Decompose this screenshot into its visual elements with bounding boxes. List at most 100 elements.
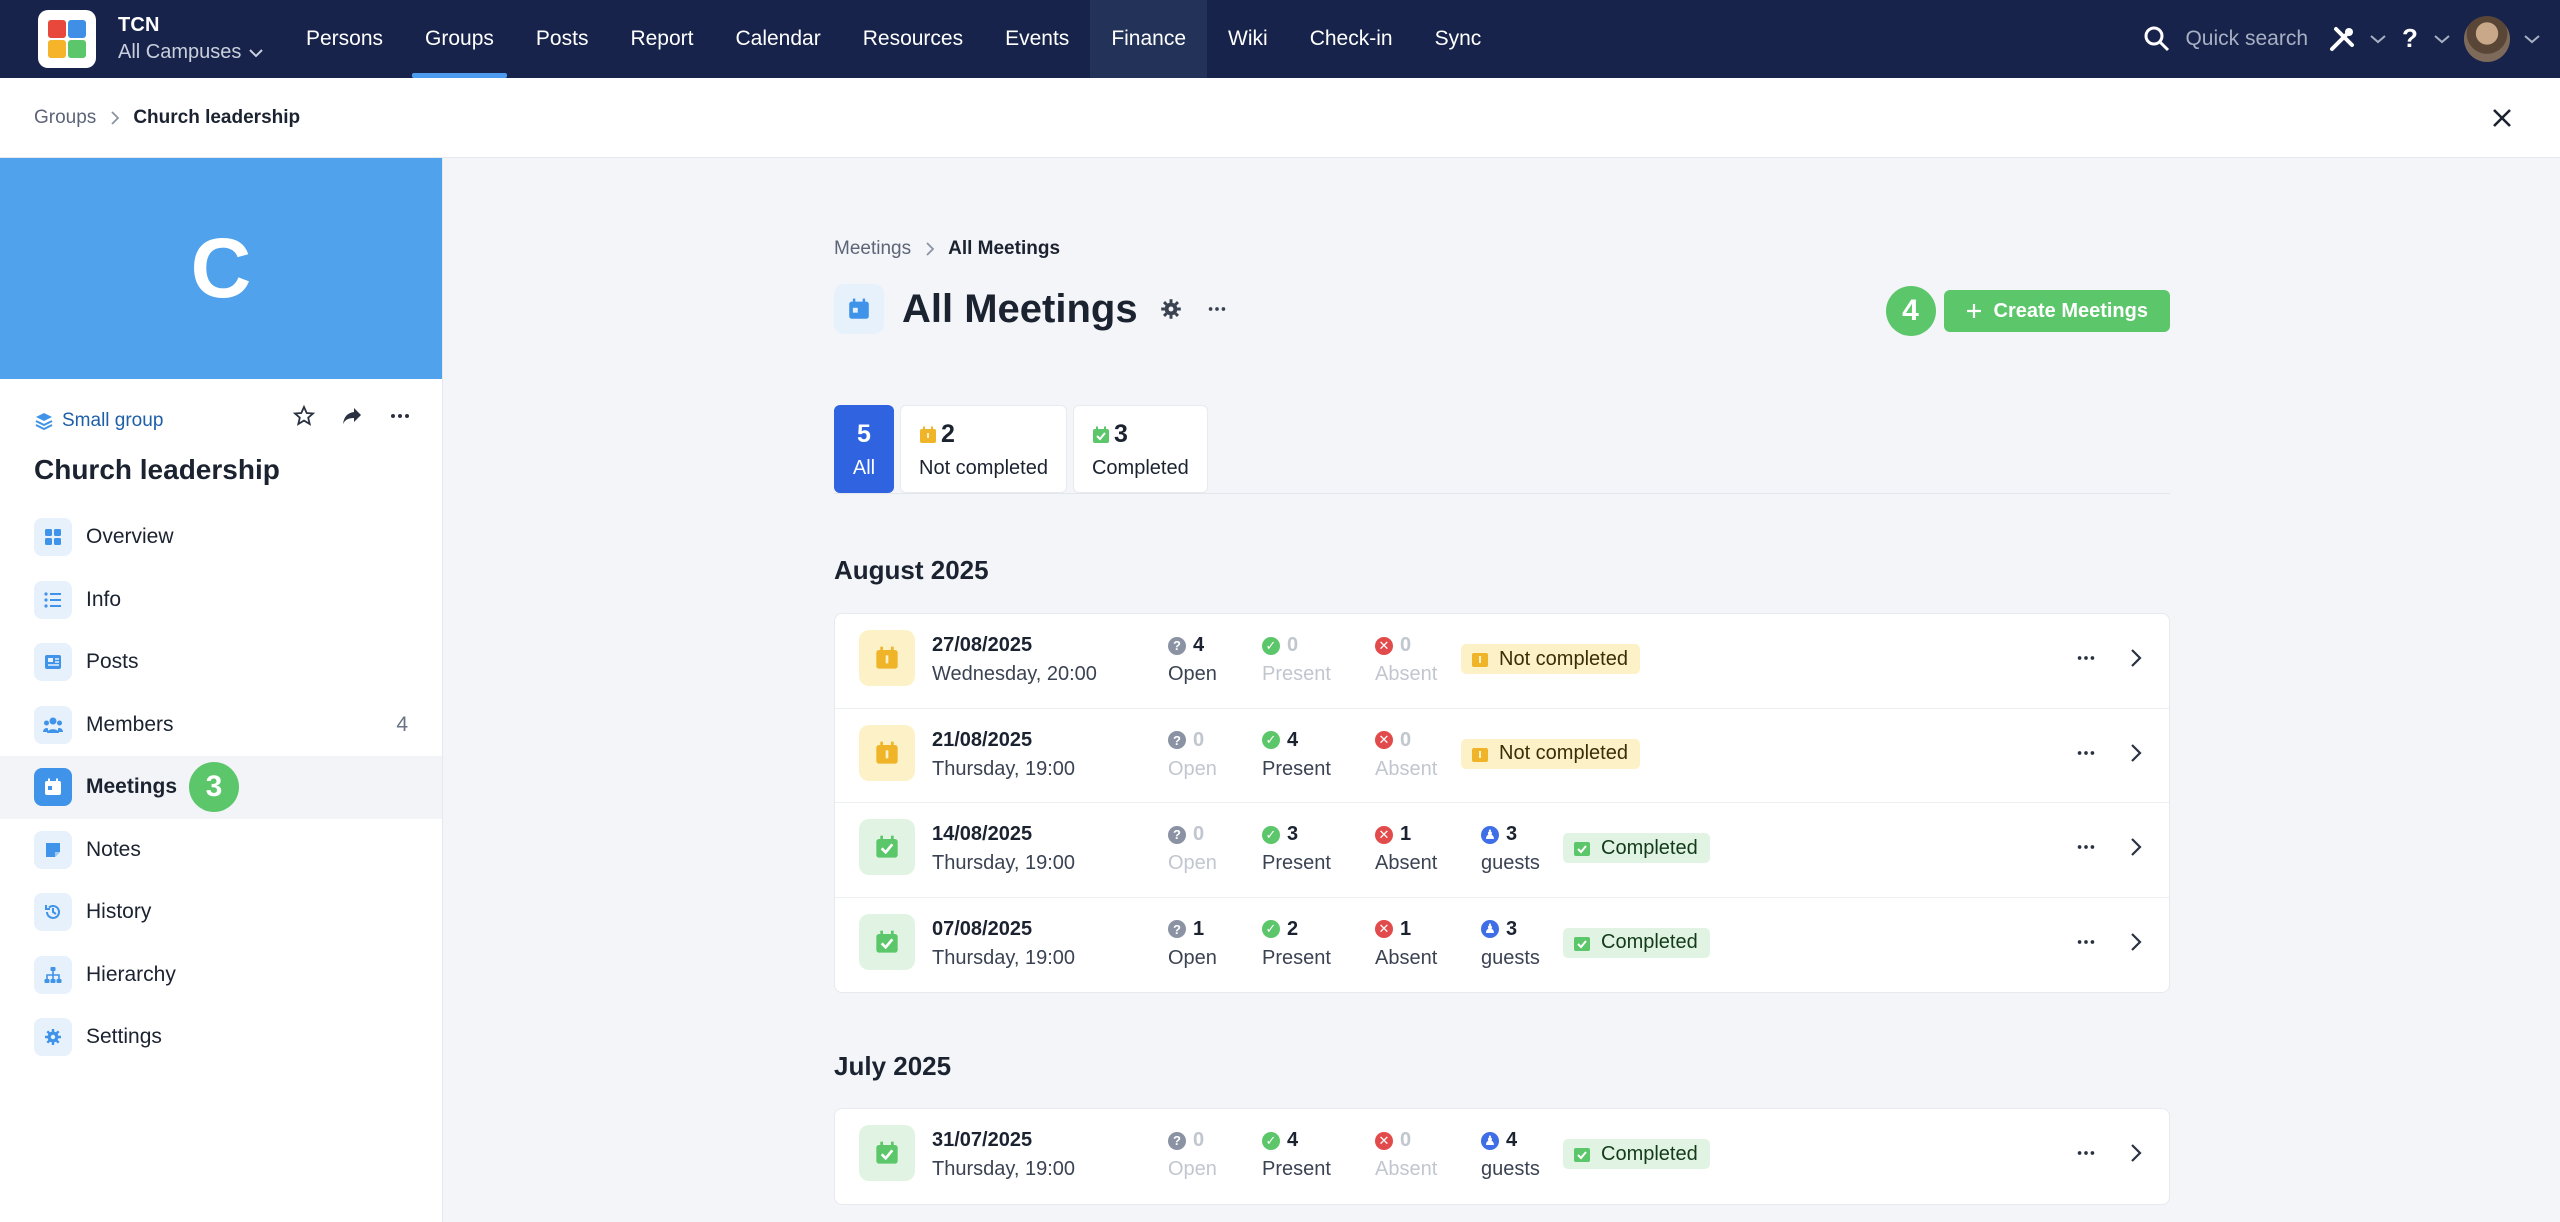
nav-persons[interactable]: Persons [285,0,404,78]
table-row[interactable]: 07/08/2025 Thursday, 19:00? 1 Open ✓ 2 Present… [835,898,2169,993]
nav-wiki[interactable]: Wiki [1207,0,1289,78]
open-count: 1 [1193,917,1205,940]
absent-stat: ✕ 1 Absent [1375,823,1437,875]
status-badge: Not completed [1461,738,1640,769]
open-label: Open [1168,757,1217,780]
sidebar-item-notes[interactable]: Notes [0,819,442,882]
chevron-right-icon[interactable] [2129,835,2143,859]
guests-count: 3 [1506,917,1518,940]
tab-completed[interactable]: 3 Completed [1072,405,1208,493]
table-row[interactable]: 31/07/2025 Thursday, 19:00? 0 Open ✓ 4 Present… [835,1109,2169,1204]
table-row[interactable]: 14/08/2025 Thursday, 19:00? 0 Open ✓ 3 Present… [835,803,2169,898]
chevron-down-icon[interactable] [2370,34,2386,44]
more-icon[interactable] [2075,931,2097,953]
more-icon[interactable] [388,404,412,428]
absent-status-icon: ✕ [1375,636,1393,655]
gear-icon[interactable] [1160,298,1182,320]
group-sidebar: C Small group Church leadership Overview… [0,158,443,1222]
absent-stat: ✕ 0 Absent [1375,634,1437,686]
sidebar-item-label: Meetings [86,775,178,799]
absent-label: Absent [1375,757,1438,780]
sidebar-item-posts[interactable]: Posts [0,631,442,694]
calendar-check-icon [1092,426,1109,443]
create-meetings-button[interactable]: Create Meetings [1943,290,2170,332]
close-icon[interactable] [2488,104,2516,132]
status-label: Not completed [1499,742,1628,764]
table-row[interactable]: 21/08/2025 Thursday, 19:00? 0 Open ✓ 4 Present… [835,709,2169,803]
group-actions [292,404,412,428]
guests-count: 4 [1506,1129,1518,1151]
present-count: 3 [1287,823,1299,845]
sidebar-item-info[interactable]: Info [0,569,442,632]
present-status-icon: ✓ [1262,1131,1280,1150]
guests-status-icon: ♟ [1481,825,1499,844]
absent-status-icon: ✕ [1375,825,1393,844]
breadcrumb: Groups Church leadership [34,107,300,129]
sidebar-item-label: Notes [86,837,141,861]
step-badge: 4 [1885,286,1936,336]
star-icon[interactable] [292,404,316,428]
more-icon[interactable] [1206,298,1228,320]
absent-stat: ✕ 1 Absent [1375,918,1437,970]
meeting-date: 27/08/2025 Wednesday, 20:00 [932,634,1097,686]
tools-icon[interactable] [2328,25,2356,53]
group-type[interactable]: Small group [34,410,163,432]
app-logo[interactable] [38,10,96,68]
present-label: Present [1262,852,1331,874]
guests-label: guests [1481,946,1540,969]
nav-resources[interactable]: Resources [842,0,984,78]
calendar-pending-icon [1472,653,1488,667]
sidebar-item-meetings[interactable]: Meetings 3 [0,756,442,819]
calendar-check-icon [1574,936,1590,951]
absent-count: 0 [1400,634,1412,656]
status-badge: Completed [1563,1139,1710,1169]
nav-groups[interactable]: Groups [404,0,515,78]
month-heading: August 2025 [834,555,989,585]
campus-selector[interactable]: All Campuses [118,41,264,64]
breadcrumb-groups[interactable]: Groups [34,107,96,129]
breadcrumb-meetings[interactable]: Meetings [834,238,911,260]
chevron-down-icon[interactable] [2434,34,2450,44]
present-stat: ✓ 4 Present [1262,1129,1331,1181]
more-icon[interactable] [2075,836,2097,858]
share-icon[interactable] [340,404,364,428]
search-icon[interactable] [2143,25,2171,53]
calendar-pending-icon [859,630,915,686]
nav-calendar[interactable]: Calendar [714,0,841,78]
chevron-down-icon[interactable] [2524,34,2540,44]
status-label: Not completed [1499,647,1628,670]
quick-search[interactable]: Quick search [2185,27,2308,51]
nav-sync[interactable]: Sync [1414,0,1503,78]
chevron-right-icon[interactable] [2129,1141,2143,1165]
meeting-date: 21/08/2025 Thursday, 19:00 [932,729,1075,781]
tab-not-completed[interactable]: 2 Not completed [900,405,1067,493]
more-icon[interactable] [2075,647,2097,669]
sidebar-item-overview[interactable]: Overview [0,506,442,569]
absent-label: Absent [1375,852,1438,874]
nav-posts[interactable]: Posts [515,0,610,78]
nav-finance[interactable]: Finance [1090,0,1208,78]
tab-all[interactable]: 5 All [834,405,894,493]
page-header: All Meetings [834,284,1228,334]
tab-count: 5 [857,420,871,448]
avatar[interactable] [2464,16,2510,62]
sidebar-item-hierarchy[interactable]: Hierarchy [0,944,442,1007]
more-icon[interactable] [2075,1142,2097,1164]
more-icon[interactable] [2075,742,2097,764]
chevron-right-icon[interactable] [2129,930,2143,954]
nav-report[interactable]: Report [609,0,714,78]
help-icon[interactable]: ? [2400,25,2420,53]
open-stat: ? 4 Open [1168,634,1217,686]
present-label: Present [1262,946,1331,969]
brand[interactable]: TCN All Campuses [118,14,264,64]
meeting-date-value: 07/08/2025 [932,917,1033,940]
sidebar-item-members[interactable]: Members 4 [0,694,442,757]
chevron-right-icon[interactable] [2129,741,2143,765]
breadcrumb-bar: Groups Church leadership [0,78,2560,158]
nav-check-in[interactable]: Check-in [1289,0,1414,78]
sidebar-item-history[interactable]: History [0,881,442,944]
table-row[interactable]: 27/08/2025 Wednesday, 20:00? 4 Open ✓ 0 Presen… [835,614,2169,709]
chevron-right-icon[interactable] [2129,646,2143,670]
nav-events[interactable]: Events [984,0,1090,78]
sidebar-item-settings[interactable]: Settings [0,1006,442,1069]
